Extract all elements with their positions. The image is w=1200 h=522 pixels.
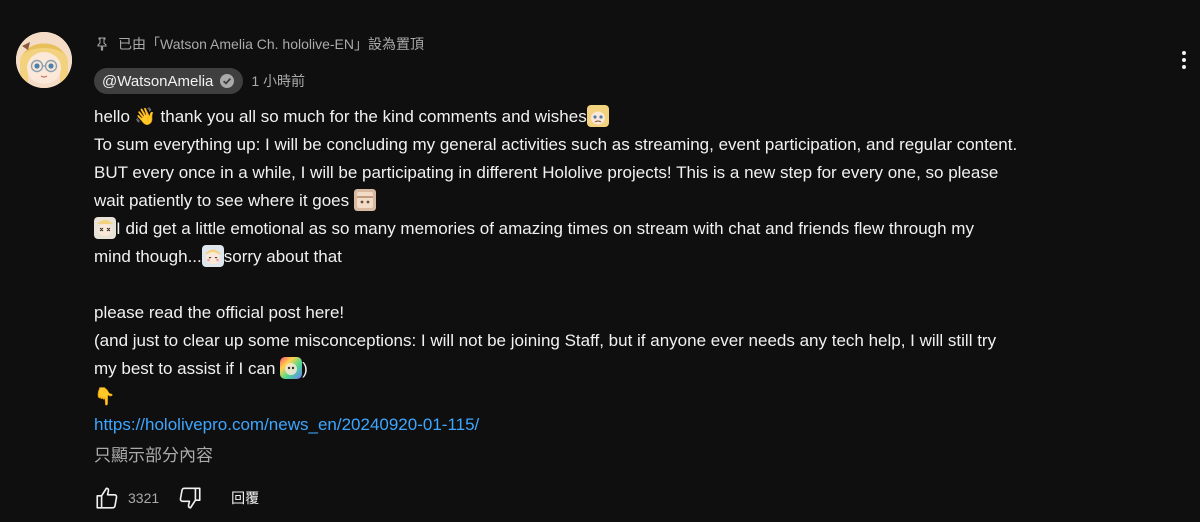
custom-emoji-crying <box>586 105 609 127</box>
thumbs-up-icon <box>96 487 118 509</box>
comment-text: hello 👋 thank you all so much for the ki… <box>94 103 1164 439</box>
comment-line: I did get a little emotional as so many … <box>94 215 1164 243</box>
more-vert-icon[interactable] <box>1172 44 1196 76</box>
pin-icon <box>94 36 110 52</box>
custom-emoji-blush <box>201 245 224 267</box>
comment-line: please read the official post here! <box>94 303 345 322</box>
verified-check-icon <box>219 73 235 89</box>
custom-emoji-rainbow <box>280 357 303 379</box>
like-count: 3321 <box>128 490 160 506</box>
pointing-down-emoji: 👇 <box>94 387 116 406</box>
comment-line: hello 👋 thank you all so much for the ki… <box>94 103 1164 131</box>
avatar-image <box>16 32 72 88</box>
show-less-button[interactable]: 只顯示部分內容 <box>94 441 1164 471</box>
menu-dot <box>1182 51 1186 55</box>
text-span: my best to assist if I can <box>94 359 281 378</box>
comment-body: 已由「Watson Amelia Ch. hololive-EN」設為置頂 @W… <box>94 30 1164 471</box>
text-span: hello <box>94 107 135 126</box>
author-chip[interactable]: @WatsonAmelia <box>94 68 244 94</box>
comment-line: (and just to clear up some misconception… <box>94 331 997 350</box>
comment-line: To sum everything up: I will be concludi… <box>94 135 1018 154</box>
author-row: @WatsonAmelia 1 小時前 <box>94 67 1164 95</box>
avatar[interactable] <box>16 32 72 88</box>
custom-emoji-peek <box>353 189 376 211</box>
text-span: sorry about that <box>223 247 342 266</box>
comment-line: https://hololivepro.com/news_en/20240920… <box>94 411 1164 439</box>
waving-hand-emoji: 👋 <box>134 107 156 126</box>
comment-line: my best to assist if I can ) <box>94 355 1164 383</box>
text-span: ) <box>302 359 308 378</box>
thumbs-down-icon <box>179 487 201 509</box>
comment-line: mind though... sorry about that <box>94 243 1164 271</box>
comment-line: wait patiently to see where it goes <box>94 187 1164 215</box>
comment-actions: 3321 回覆 <box>90 480 259 516</box>
comment-line: 👇 <box>94 383 1164 411</box>
pinned-text: 已由「Watson Amelia Ch. hololive-EN」設為置頂 <box>118 36 425 52</box>
like-button[interactable] <box>90 481 124 515</box>
text-span: wait patiently to see where it goes <box>94 191 354 210</box>
news-link[interactable]: https://hololivepro.com/news_en/20240920… <box>94 415 479 434</box>
text-span: mind though... <box>94 247 202 266</box>
comment-thread: 已由「Watson Amelia Ch. hololive-EN」設為置頂 @W… <box>0 0 1200 522</box>
dislike-button[interactable] <box>173 481 207 515</box>
pinned-banner: 已由「Watson Amelia Ch. hololive-EN」設為置頂 <box>94 30 1164 58</box>
menu-dot <box>1182 65 1186 69</box>
text-span: I did get a little emotional as so many … <box>116 219 974 238</box>
comment-timestamp[interactable]: 1 小時前 <box>251 71 305 91</box>
text-span: thank you all so much for the kind comme… <box>155 107 587 126</box>
custom-emoji-dizzy <box>94 217 116 239</box>
reply-button[interactable]: 回覆 <box>231 488 259 508</box>
comment-line: BUT every once in a while, I will be par… <box>94 163 999 182</box>
author-handle[interactable]: @WatsonAmelia <box>102 73 213 90</box>
menu-dot <box>1182 58 1186 62</box>
